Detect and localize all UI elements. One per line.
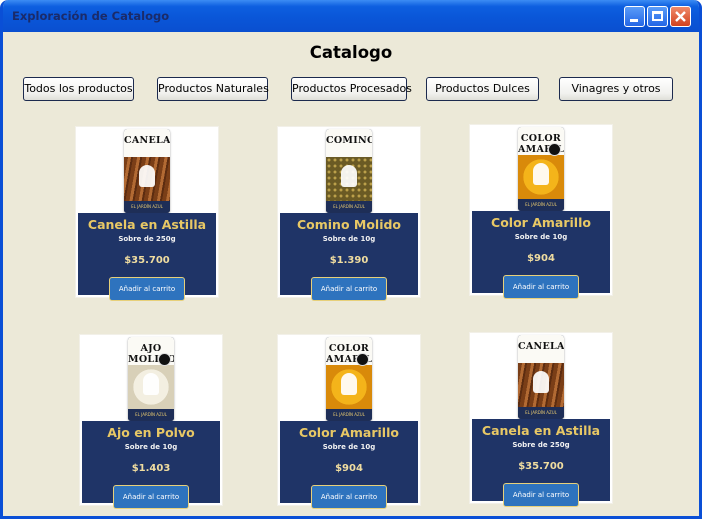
product-price: $1.390 (329, 255, 369, 266)
page-title: Catalogo (309, 43, 393, 62)
product-image: COLOR AMARILLO EL JARDÍN AZUL (518, 127, 564, 211)
product-size: Sobre de 250g (118, 235, 176, 243)
add-to-cart-button[interactable]: Añadir al carrito (503, 483, 579, 507)
product-name: Ajo en Polvo (107, 425, 195, 440)
product-info-panel: Ajo en Polvo Sobre de 10g $1.403 Añadir … (82, 421, 220, 509)
add-to-cart-button[interactable]: Añadir al carrito (311, 277, 387, 301)
product-card: COLOR AMARILLO EL JARDÍN AZUL Color Amar… (277, 334, 421, 509)
category-all-button[interactable]: Todos los productos (23, 77, 134, 101)
window-title: Exploración de Catalogo (12, 9, 170, 23)
add-to-cart-button[interactable]: Añadir al carrito (113, 485, 189, 509)
product-card: CANELA EL JARDÍN AZUL Canela en Astilla … (469, 332, 613, 507)
product-info-panel: Canela en Astilla Sobre de 250g $35.700 … (78, 213, 216, 301)
product-image: COMINO EL JARDÍN AZUL (326, 129, 372, 213)
add-to-cart-button[interactable]: Añadir al carrito (311, 485, 387, 509)
product-info-panel: Color Amarillo Sobre de 10g $904 Añadir … (472, 211, 610, 299)
product-size: Sobre de 10g (124, 443, 178, 451)
product-name: Color Amarillo (299, 425, 399, 440)
category-sweets-button[interactable]: Productos Dulces (426, 77, 539, 101)
product-info-panel: Comino Molido Sobre de 10g $1.390 Añadir… (280, 213, 418, 301)
add-to-cart-button[interactable]: Añadir al carrito (503, 275, 579, 299)
product-size: Sobre de 10g (514, 233, 568, 241)
category-processed-button[interactable]: Productos Procesados (291, 77, 412, 101)
minimize-icon (630, 19, 638, 22)
maximize-button[interactable] (647, 6, 668, 27)
category-vinegars-button[interactable]: Vinagres y otros (559, 77, 673, 101)
product-card: COMINO EL JARDÍN AZUL Comino Molido Sobr… (277, 126, 421, 301)
close-icon (675, 11, 686, 22)
product-price: $904 (527, 253, 555, 264)
product-name: Color Amarillo (491, 215, 591, 230)
category-natural-button[interactable]: Productos Naturales (157, 77, 269, 101)
product-size: Sobre de 10g (322, 443, 376, 451)
title-bar[interactable]: Exploración de Catalogo (3, 0, 699, 32)
product-size: Sobre de 10g (322, 235, 376, 243)
catalog-window: Exploración de Catalogo Catalogo Todos l… (0, 0, 702, 519)
product-price: $904 (335, 463, 363, 474)
maximize-icon (652, 11, 663, 21)
product-info-panel: Color Amarillo Sobre de 10g $904 Añadir … (280, 421, 418, 509)
product-card: COLOR AMARILLO EL JARDÍN AZUL Color Amar… (469, 124, 613, 299)
product-image: CANELA EL JARDÍN AZUL (518, 335, 564, 419)
product-info-panel: Canela en Astilla Sobre de 250g $35.700 … (472, 419, 610, 507)
product-price: $35.700 (518, 461, 564, 472)
product-image: CANELA EL JARDÍN AZUL (124, 129, 170, 213)
product-price: $1.403 (131, 463, 171, 474)
product-name: Canela en Astilla (481, 423, 601, 438)
product-card: AJO MOLIDO EL JARDÍN AZUL Ajo en Polvo S… (79, 334, 223, 509)
add-to-cart-button[interactable]: Añadir al carrito (109, 277, 185, 301)
product-card: CANELA EL JARDÍN AZUL Canela en Astilla … (75, 126, 219, 301)
product-name: Comino Molido (296, 217, 402, 232)
close-button[interactable] (670, 6, 691, 27)
product-price: $35.700 (124, 255, 170, 266)
product-size: Sobre de 250g (512, 441, 570, 449)
product-name: Canela en Astilla (87, 217, 207, 232)
product-image: COLOR AMARILLO EL JARDÍN AZUL (326, 337, 372, 421)
product-image: AJO MOLIDO EL JARDÍN AZUL (128, 337, 174, 421)
minimize-button[interactable] (624, 6, 645, 27)
